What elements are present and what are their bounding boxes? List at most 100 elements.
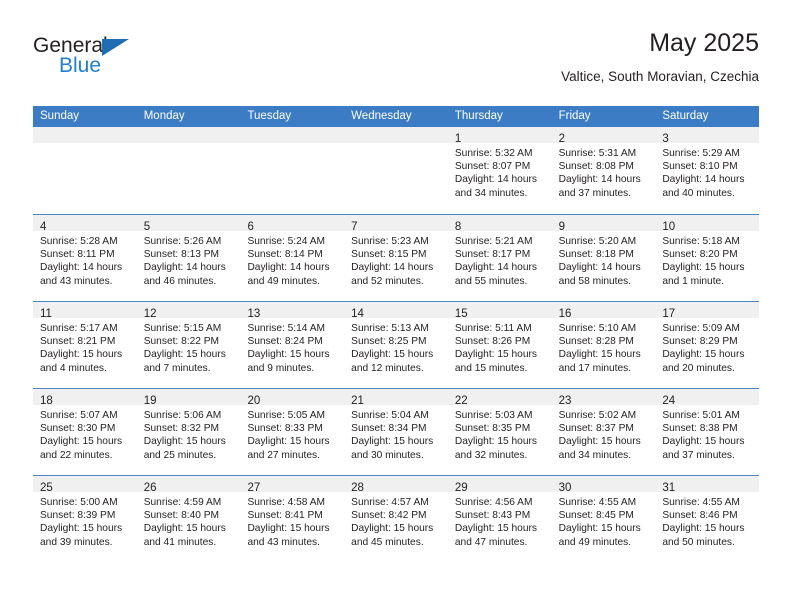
sunrise-text: Sunrise: 4:57 AM xyxy=(351,497,429,508)
calendar-day-cell[interactable]: 13 Sunrise: 5:14 AM Sunset: 8:24 PM Dayligh… xyxy=(240,302,345,388)
sunset-text: Sunset: 8:45 PM xyxy=(558,510,634,522)
sunrise-text: Sunrise: 5:09 AM xyxy=(662,323,740,334)
daylight-text-line1: Daylight: 14 hours xyxy=(662,174,745,186)
calendar-day-cell[interactable]: 23 Sunrise: 5:02 AM Sunset: 8:37 PM Dayligh… xyxy=(551,389,656,475)
calendar-day-cell[interactable]: 12 Sunrise: 5:15 AM Sunset: 8:22 PM Dayligh… xyxy=(136,302,241,388)
day-number-band: 22 xyxy=(447,389,552,407)
calendar-weeks: 1 Sunrise: 5:32 AM Sunset: 8:07 PM Daylight… xyxy=(33,127,760,562)
calendar-day-cell[interactable]: 27 Sunrise: 4:58 AM Sunset: 8:41 PM Dayligh… xyxy=(240,476,345,562)
calendar-day-cell[interactable]: 28 Sunrise: 4:57 AM Sunset: 8:42 PM Dayligh… xyxy=(344,476,448,562)
page-title: May 2025 xyxy=(649,29,759,57)
daylight-text-line2: and 58 minutes. xyxy=(558,275,632,287)
general-blue-logo: General Blue xyxy=(33,34,213,86)
daylight-text-line1: Daylight: 15 hours xyxy=(662,349,745,361)
calendar-day-cell[interactable]: 16 Sunrise: 5:10 AM Sunset: 8:28 PM Dayligh… xyxy=(551,302,656,388)
day-details: Sunrise: 4:55 AM Sunset: 8:46 PM Daylight:… xyxy=(655,492,759,549)
calendar-day-cell[interactable]: 2 Sunrise: 5:31 AM Sunset: 8:08 PM Daylight… xyxy=(551,127,656,214)
calendar-day-cell[interactable]: 8 Sunrise: 5:21 AM Sunset: 8:17 PM Daylight… xyxy=(447,215,552,301)
calendar-day-cell[interactable]: 6 Sunrise: 5:24 AM Sunset: 8:14 PM Daylight… xyxy=(240,215,345,301)
sunrise-text: Sunrise: 5:15 AM xyxy=(143,323,222,334)
day-number: 16 xyxy=(558,308,572,320)
day-number: 20 xyxy=(247,395,261,407)
weekday-header-sunday: Sunday xyxy=(40,110,80,122)
calendar-week-row: 25 Sunrise: 5:00 AM Sunset: 8:39 PM Dayligh… xyxy=(33,475,760,562)
day-number-band: 20 xyxy=(240,389,345,407)
calendar-day-cell[interactable]: 18 Sunrise: 5:07 AM Sunset: 8:30 PM Dayligh… xyxy=(33,389,137,475)
calendar-day-cell[interactable]: 24 Sunrise: 5:01 AM Sunset: 8:38 PM Dayligh… xyxy=(655,389,760,475)
daylight-text-line2: and 30 minutes. xyxy=(351,449,424,461)
day-number: 27 xyxy=(247,482,261,494)
sunset-text: Sunset: 8:39 PM xyxy=(40,510,116,522)
day-number-band: 16 xyxy=(551,302,656,320)
calendar-day-cell[interactable]: 9 Sunrise: 5:20 AM Sunset: 8:18 PM Daylight… xyxy=(551,215,656,301)
daylight-text-line2: and 4 minutes. xyxy=(40,362,107,374)
day-number: 13 xyxy=(247,308,261,320)
calendar-day-cell[interactable]: 29 Sunrise: 4:56 AM Sunset: 8:43 PM Dayligh… xyxy=(447,476,552,562)
sunrise-text: Sunrise: 4:55 AM xyxy=(558,497,637,508)
sunset-text: Sunset: 8:46 PM xyxy=(662,510,738,522)
daylight-text-line1: Daylight: 15 hours xyxy=(558,436,641,448)
daylight-text-line1: Daylight: 15 hours xyxy=(247,349,330,361)
calendar-day-cell[interactable]: 10 Sunrise: 5:18 AM Sunset: 8:20 PM Dayligh… xyxy=(655,215,760,301)
daylight-text-line1: Daylight: 15 hours xyxy=(662,523,745,535)
daylight-text-line1: Daylight: 15 hours xyxy=(247,523,330,535)
sunrise-text: Sunrise: 5:24 AM xyxy=(247,236,326,247)
sunrise-text: Sunrise: 5:03 AM xyxy=(454,410,533,421)
daylight-text-line2: and 1 minute. xyxy=(662,275,725,287)
page-subtitle: Valtice, South Moravian, Czechia xyxy=(561,69,759,84)
sunset-text: Sunset: 8:29 PM xyxy=(662,336,738,348)
day-number: 28 xyxy=(351,482,364,494)
calendar-day-cell[interactable]: 17 Sunrise: 5:09 AM Sunset: 8:29 PM Dayligh… xyxy=(655,302,760,388)
calendar-cell-empty xyxy=(33,127,137,214)
calendar-day-cell[interactable]: 19 Sunrise: 5:06 AM Sunset: 8:32 PM Dayligh… xyxy=(136,389,241,475)
calendar-day-cell[interactable]: 21 Sunrise: 5:04 AM Sunset: 8:34 PM Dayligh… xyxy=(344,389,448,475)
calendar-day-cell[interactable]: 11 Sunrise: 5:17 AM Sunset: 8:21 PM Dayligh… xyxy=(33,302,137,388)
calendar-week-row: 4 Sunrise: 5:28 AM Sunset: 8:11 PM Daylight… xyxy=(33,214,760,301)
sunrise-text: Sunrise: 5:17 AM xyxy=(40,323,118,334)
sunrise-text: Sunrise: 5:26 AM xyxy=(143,236,222,247)
calendar-day-cell[interactable]: 4 Sunrise: 5:28 AM Sunset: 8:11 PM Daylight… xyxy=(33,215,137,301)
calendar-day-cell[interactable]: 22 Sunrise: 5:03 AM Sunset: 8:35 PM Dayligh… xyxy=(447,389,552,475)
calendar-day-cell[interactable]: 25 Sunrise: 5:00 AM Sunset: 8:39 PM Dayligh… xyxy=(33,476,137,562)
day-number-band: 19 xyxy=(136,389,241,407)
day-number-band: 10 xyxy=(655,215,760,233)
day-number: 29 xyxy=(454,482,468,494)
calendar-day-cell[interactable]: 1 Sunrise: 5:32 AM Sunset: 8:07 PM Daylight… xyxy=(447,127,552,214)
sunrise-text: Sunrise: 5:14 AM xyxy=(247,323,326,334)
day-number-band: 14 xyxy=(344,302,448,320)
sunset-text: Sunset: 8:40 PM xyxy=(143,510,220,522)
day-details: Sunrise: 5:13 AM Sunset: 8:25 PM Daylight:… xyxy=(344,318,448,375)
day-number-band: 4 xyxy=(33,215,137,233)
calendar-day-cell[interactable]: 30 Sunrise: 4:55 AM Sunset: 8:45 PM Dayligh… xyxy=(551,476,656,562)
calendar-day-cell[interactable]: 7 Sunrise: 5:23 AM Sunset: 8:15 PM Daylight… xyxy=(344,215,448,301)
sunset-text: Sunset: 8:37 PM xyxy=(558,423,634,435)
calendar-day-cell[interactable]: 15 Sunrise: 5:11 AM Sunset: 8:26 PM Dayligh… xyxy=(447,302,552,388)
calendar-cell-empty xyxy=(344,127,448,214)
page-header: General Blue May 2025 Valtice, South Mor… xyxy=(33,28,759,98)
calendar-day-cell[interactable]: 31 Sunrise: 4:55 AM Sunset: 8:46 PM Dayligh… xyxy=(655,476,760,562)
day-details: Sunrise: 5:06 AM Sunset: 8:32 PM Daylight:… xyxy=(137,405,241,462)
daylight-text-line1: Daylight: 15 hours xyxy=(558,523,641,535)
day-number: 30 xyxy=(558,482,572,494)
sunset-text: Sunset: 8:24 PM xyxy=(247,336,323,348)
day-number-band: 30 xyxy=(551,476,656,494)
daylight-text-line1: Daylight: 14 hours xyxy=(143,262,226,274)
calendar-day-cell[interactable]: 5 Sunrise: 5:26 AM Sunset: 8:13 PM Daylight… xyxy=(136,215,241,301)
weekday-header-saturday: Saturday xyxy=(662,110,709,122)
day-number-band: 17 xyxy=(655,302,760,320)
daylight-text-line2: and 20 minutes. xyxy=(662,362,735,374)
sunset-text: Sunset: 8:26 PM xyxy=(454,336,531,348)
calendar-week-row: 1 Sunrise: 5:32 AM Sunset: 8:07 PM Daylight… xyxy=(33,127,760,214)
calendar-cell-empty xyxy=(240,127,345,214)
daylight-text-line2: and 25 minutes. xyxy=(143,449,217,461)
day-number-band: 5 xyxy=(136,215,241,233)
sunrise-text: Sunrise: 5:20 AM xyxy=(558,236,637,247)
calendar-day-cell[interactable]: 20 Sunrise: 5:05 AM Sunset: 8:33 PM Dayligh… xyxy=(240,389,345,475)
day-details: Sunrise: 4:56 AM Sunset: 8:43 PM Daylight:… xyxy=(448,492,552,549)
calendar-day-cell[interactable]: 26 Sunrise: 4:59 AM Sunset: 8:40 PM Dayligh… xyxy=(136,476,241,562)
daylight-text-line1: Daylight: 15 hours xyxy=(662,262,745,274)
daylight-text-line2: and 9 minutes. xyxy=(247,362,315,374)
sunset-text: Sunset: 8:25 PM xyxy=(351,336,427,348)
calendar-day-cell[interactable]: 3 Sunrise: 5:29 AM Sunset: 8:10 PM Daylight… xyxy=(655,127,760,214)
calendar-day-cell[interactable]: 14 Sunrise: 5:13 AM Sunset: 8:25 PM Dayligh… xyxy=(344,302,448,388)
